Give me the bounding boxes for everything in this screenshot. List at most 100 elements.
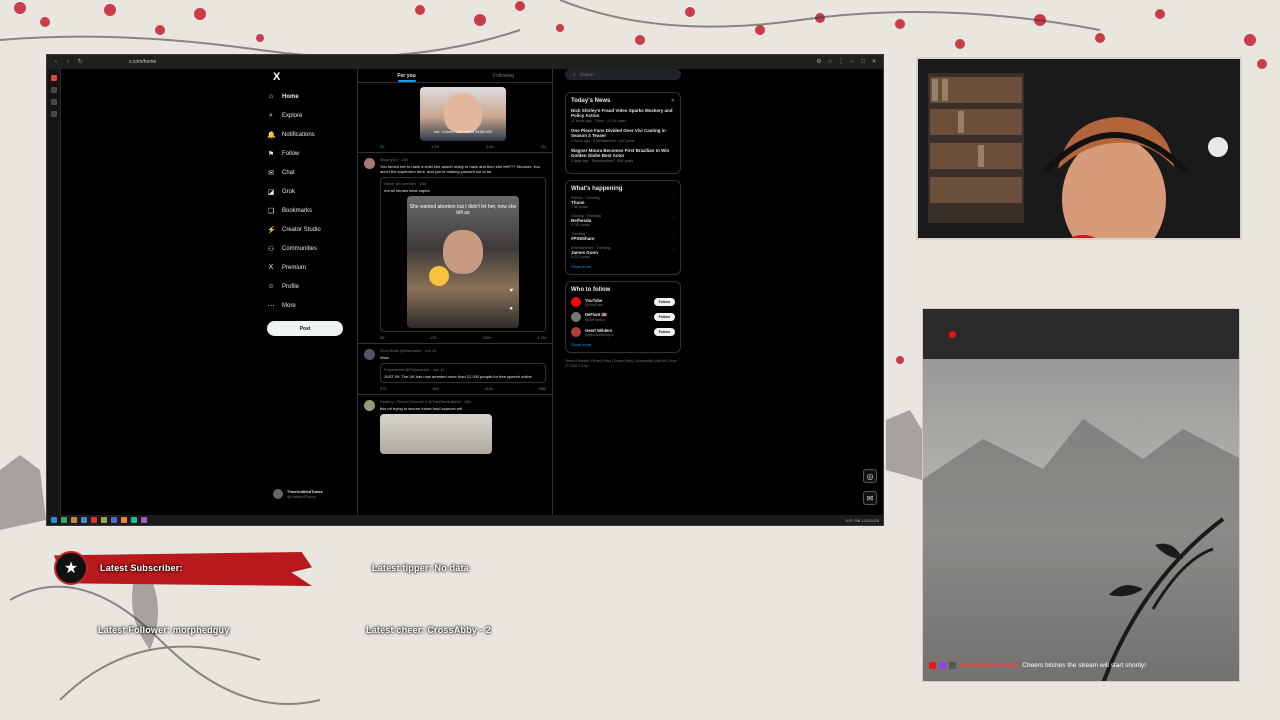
- creator-studio-icon: ⚡: [267, 226, 276, 234]
- menu-icon[interactable]: ⋮: [838, 59, 844, 65]
- tweet-actions: 55 1.2K 3.6K 1M: [380, 144, 546, 149]
- tweet[interactable]: Inc. Cohen, has raised $168,000 55 1.2K …: [358, 83, 552, 153]
- avatar[interactable]: [571, 327, 581, 337]
- follow-button[interactable]: Follow: [653, 298, 675, 306]
- tweet-text: this mf trying to secure future food sou…: [380, 406, 462, 411]
- more-options-icon[interactable]: ···: [671, 214, 675, 219]
- reply-count[interactable]: 57K: [380, 386, 387, 391]
- quoted-tweet[interactable]: Polymarket @Polymarket · Jan 11 JUST IN:…: [380, 363, 546, 383]
- comment-icon[interactable]: ●: [509, 306, 513, 312]
- tweet-author[interactable]: @carlyUn · 13h: [380, 157, 546, 162]
- chat-username: TheeUntitledTunes:: [959, 662, 1020, 669]
- like-icon[interactable]: ♥: [509, 288, 513, 294]
- taskbar-app-icon[interactable]: [81, 517, 87, 523]
- post-button[interactable]: Post: [267, 321, 343, 336]
- tweet-media[interactable]: [380, 414, 492, 454]
- footer-links[interactable]: Terms of Service | Privacy Policy | Cook…: [565, 359, 681, 369]
- tweet[interactable]: Elon Musk @elonmusk · Jan 11 Wow Polymar…: [358, 344, 552, 395]
- avatar[interactable]: [571, 297, 581, 307]
- grok-float-icon[interactable]: ◎: [863, 469, 877, 483]
- minimize-icon[interactable]: –: [849, 59, 855, 65]
- views-count[interactable]: 4.7M: [537, 335, 546, 340]
- more-options-icon[interactable]: ···: [671, 196, 675, 201]
- taskbar-app-icon[interactable]: [61, 517, 67, 523]
- taskbar-app-icon[interactable]: [111, 517, 117, 523]
- repost-count[interactable]: 17K: [430, 335, 437, 340]
- broadcaster-badge-icon: [929, 662, 936, 669]
- like-count[interactable]: 300K: [482, 335, 491, 340]
- browser-window: ‹ › ↻ x.com/home ⚙ ☆ ⋮ – □ ✕ X ⌂ Home ⌕ Exp…: [46, 54, 884, 526]
- tweet[interactable]: Destiny | Steven Bonnell II @TheOmniLibe…: [358, 395, 552, 457]
- close-icon[interactable]: ✕: [871, 59, 877, 65]
- trend-item[interactable]: Politics · Trending Thune 7.5K posts ···: [571, 196, 675, 209]
- tab-for-you[interactable]: For you: [358, 69, 455, 82]
- nav-item-label: Communities: [282, 245, 318, 252]
- avatar[interactable]: [364, 400, 375, 411]
- more-options-icon[interactable]: ···: [671, 246, 675, 251]
- sidebar-app-icon[interactable]: [50, 87, 57, 93]
- address-bar[interactable]: x.com/home: [129, 59, 156, 65]
- tab-following[interactable]: Following: [455, 69, 552, 82]
- news-item[interactable]: One Piece Fans Divided Over Vivi Casting…: [571, 128, 675, 143]
- reply-count[interactable]: 68: [380, 335, 384, 340]
- extensions-icon[interactable]: ⚙: [816, 59, 822, 65]
- tweet-media[interactable]: She wanted abortion but I didn't let her…: [407, 196, 519, 328]
- views-count[interactable]: 38M: [538, 386, 546, 391]
- trend-item[interactable]: Trending #PS5Share ···: [571, 232, 675, 241]
- taskbar-app-icon[interactable]: [101, 517, 107, 523]
- back-icon[interactable]: ‹: [53, 59, 59, 65]
- quoted-tweet[interactable]: Steve @LoveStev · 15h not all heroes wea…: [380, 177, 546, 332]
- show-more-link[interactable]: Show more: [571, 264, 675, 269]
- star-badge-icon: [939, 662, 946, 669]
- quote-text: not all heroes wear capes: [384, 188, 430, 193]
- follow-button[interactable]: Follow: [653, 328, 675, 336]
- avatar[interactable]: [571, 312, 581, 322]
- follow-button[interactable]: Follow: [653, 313, 675, 321]
- forward-icon[interactable]: ›: [65, 59, 71, 65]
- account-switcher[interactable]: TheeUntitledTunes @UntitledTunes: [273, 489, 323, 499]
- maximize-icon[interactable]: □: [860, 59, 866, 65]
- avatar[interactable]: [364, 349, 375, 360]
- follow-suggestion[interactable]: YouTube @YouTube Follow: [571, 297, 675, 307]
- tweet[interactable]: @carlyUn · 13h You forced her to have a …: [358, 153, 552, 344]
- taskbar-app-icon[interactable]: [141, 517, 147, 523]
- card-title: Who to follow: [571, 287, 611, 293]
- tweet-author[interactable]: Destiny | Steven Bonnell II @TheOmniLibe…: [380, 399, 546, 404]
- reload-icon[interactable]: ↻: [77, 59, 83, 65]
- taskbar-app-icon[interactable]: [121, 517, 127, 523]
- search-input[interactable]: ⌕ Search: [565, 69, 681, 80]
- repost-count[interactable]: 36K: [432, 386, 439, 391]
- more-options-icon[interactable]: ···: [671, 232, 675, 237]
- follow-suggestion[interactable]: DeFiant 🇺🇸 @DeFiantLs Follow: [571, 312, 675, 322]
- close-icon[interactable]: ✕: [671, 98, 675, 104]
- sidebar-app-icon[interactable]: [50, 99, 57, 105]
- follow-suggestion[interactable]: Geert Wilders @geertwilderspvv Follow: [571, 327, 675, 337]
- avatar[interactable]: [364, 158, 375, 169]
- taskbar-app-icon[interactable]: [131, 517, 137, 523]
- trend-item[interactable]: Entertainment · Trending James Gunn 4,223 …: [571, 246, 675, 259]
- trend-item[interactable]: Gaming · Trending Bethesda 4,781 posts ···: [571, 214, 675, 227]
- tweet-author[interactable]: Elon Musk @elonmusk · Jan 11: [380, 348, 546, 353]
- repost-count[interactable]: 1.2K: [431, 144, 439, 149]
- suggestion-name: YouTube: [585, 297, 603, 303]
- bookmark-star-icon[interactable]: ☆: [827, 59, 833, 65]
- tweet-media[interactable]: Inc. Cohen, has raised $168,000: [420, 87, 506, 141]
- show-more-link[interactable]: Show more: [571, 342, 675, 347]
- reply-count[interactable]: 55: [380, 144, 384, 149]
- webcam-image: [918, 59, 1240, 238]
- taskbar-app-icon[interactable]: [71, 517, 77, 523]
- messages-float-icon[interactable]: ✉: [863, 491, 877, 505]
- like-count[interactable]: 148K: [484, 386, 493, 391]
- views-count[interactable]: 1M: [540, 144, 546, 149]
- sidebar-app-icon[interactable]: [50, 75, 57, 81]
- stream-chat-panel: TheeUntitledTunes: Cheers bitches the st…: [922, 308, 1240, 682]
- like-count[interactable]: 3.6K: [486, 144, 494, 149]
- taskbar-clock[interactable]: 4:07 PM 1/11/2025: [845, 518, 879, 523]
- news-title: Wagner Moura Becomes First Brazilian to …: [571, 148, 670, 158]
- news-item[interactable]: Wagner Moura Becomes First Brazilian to …: [571, 148, 675, 163]
- suggestion-name: Geert Wilders: [585, 327, 613, 333]
- taskbar-app-icon[interactable]: [91, 517, 97, 523]
- news-item[interactable]: Nick Shirley's Fraud Video Sparks Mocker…: [571, 108, 675, 123]
- sidebar-app-icon[interactable]: [50, 111, 57, 117]
- start-icon[interactable]: [51, 517, 57, 523]
